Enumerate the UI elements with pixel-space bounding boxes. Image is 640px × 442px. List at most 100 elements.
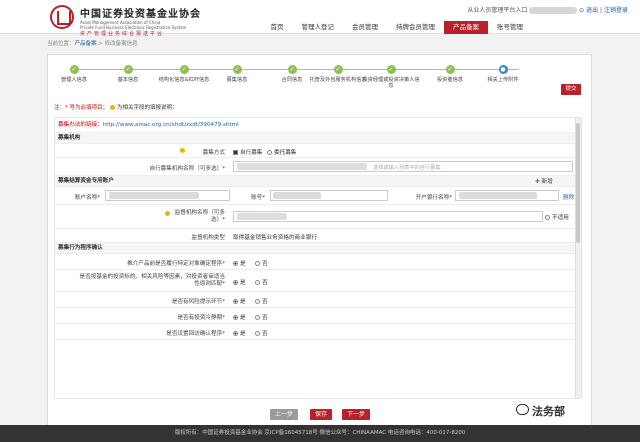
next-step-button[interactable]: 下一步 [342,409,370,420]
logo-text: 中国证券投资基金业协会 Asset Management Association… [80,5,230,37]
step-label: 结构化信息&杠杆信息 [158,77,210,83]
nav-licensed-member[interactable]: 持牌会员管理 [387,21,444,34]
logo-cn: 中国证券投资基金业协会 [80,9,201,20]
check-icon: ✓ [232,65,242,74]
radio[interactable] [233,280,238,285]
section-settlement-account: 募集结算资金专用账户 [55,176,577,187]
section-procedure-confirm: 募集行为程序确认 [55,243,577,254]
q5-label-text: 是否设置回访确认程序 [166,331,223,337]
q2-yes[interactable]: 是 [233,278,246,286]
bank-label-text: 开户银行名称 [415,195,450,201]
raise-mode-label: 募集方式 [202,150,225,156]
redacted-value [109,192,199,199]
not-apply-text: 不适用 [552,215,569,221]
redacted-value [237,163,367,170]
step-label: 投资经理或投资决策人信息 [362,77,420,89]
nav-account[interactable]: 账号管理 [488,21,532,34]
step-3[interactable]: ✓ 结构化信息&杠杆信息 [154,65,214,83]
nav-product-filing[interactable]: 产品备案 [444,21,488,34]
header: 中国证券投资基金业协会 Asset Management Association… [0,0,640,37]
q4-no[interactable]: 否 [255,313,268,321]
submit-button[interactable]: 提交 [561,84,581,95]
add-account-button[interactable]: ✚ 新增 [535,177,553,185]
user-prefix: 从业人员管理平台入口 [467,7,528,14]
breadcrumb-product[interactable]: 产品备案 [75,41,97,47]
step-7[interactable]: ✓ 投资经理或投资决策人信息 [361,65,421,89]
acct-name-label-text: 账户名称 [74,195,98,201]
current-step-icon: ● [498,65,508,74]
user-bar: 从业人员管理平台入口 ⊙ 退出 | 注销登录 [467,7,628,14]
user-name-redacted [529,7,578,14]
add-text: 新增 [541,179,553,185]
radio[interactable] [255,315,260,320]
nav-member[interactable]: 会员管理 [343,21,387,34]
supervisor-type-value: 取得基金销售业务资格的商业银行 [233,235,317,241]
q3-label: 是否有风险提示环节* [171,299,225,305]
yes-text: 是 [240,280,246,286]
breadcrumb-current: 修改备案信息 [104,41,138,47]
yes-text: 是 [240,315,246,321]
radio[interactable] [255,280,260,285]
q1-row: 推介产品前是否履行特定对象确定程序* 是 否 [55,254,577,270]
redacted-value [273,192,321,199]
q5-label: 是否设置回访确认程序* [166,331,225,337]
q4-label-text: 是否有投资冷静期 [177,315,223,321]
step-4[interactable]: ✓ 募集信息 [207,65,267,83]
q5-yes[interactable]: 是 [233,329,246,337]
supervisor-type-row: 监督机构类型 取得基金销售业务资格的商业银行 [55,229,577,243]
q3-yes[interactable]: 是 [233,297,246,305]
step-9[interactable]: ● 相关上传附件 [473,65,533,83]
radio[interactable] [233,261,238,266]
watermark: 法务部 [532,405,565,418]
supervisor-label-text: 监督机构名称（可多选） [174,210,225,223]
account-row: 账户名称* 账号* 开户银行名称* 删除 [55,187,577,205]
check-icon: ✓ [333,65,343,74]
radio[interactable] [255,261,260,266]
radio[interactable] [233,331,238,336]
form-area: 募集办法的链接：http://www.amac.org.cn/xhdt/zxdt… [54,117,582,399]
radio[interactable] [255,299,260,304]
self-name-label-text: 自行募集机构名称（可多选） [149,166,223,172]
nav-manager-register[interactable]: 管理人登记 [293,21,344,34]
step-6[interactable]: ✓ 托管及外包服务机构信息 [308,65,368,83]
q2-no[interactable]: 否 [255,278,268,286]
breadcrumb-prefix: 当前位置： [47,41,75,47]
q4-yes[interactable]: 是 [233,313,246,321]
no-text: 否 [262,331,268,337]
bank-label: 开户银行名称* [415,195,452,201]
step-label: 托管及外包服务机构信息 [309,77,367,83]
step-label: 相关上传附件 [487,77,519,83]
q1-yes[interactable]: 是 [233,259,246,267]
radio[interactable] [545,215,550,220]
yes-text: 是 [240,331,246,337]
form-scrollbar[interactable] [575,118,581,398]
logoff-link[interactable]: 注销登录 [604,7,628,14]
prev-step-button[interactable]: 上一步 [270,409,298,420]
radio[interactable] [233,315,238,320]
step-1[interactable]: ✓ 管理人信息 [44,65,104,83]
raise-self-option[interactable]: 自行募集 [233,148,262,156]
raise-entrust-option[interactable]: 委托募集 [267,148,296,156]
nav-home[interactable]: 首页 [262,21,293,34]
radio[interactable] [233,299,238,304]
association-logo-icon [50,5,74,29]
step-2[interactable]: ✓ 基本信息 [98,65,158,83]
raise-entrust-text: 委托募集 [274,150,297,156]
scrollbar-thumb[interactable] [576,123,580,243]
q3-no[interactable]: 否 [255,297,268,305]
raise-rule-link[interactable]: http://www.amac.org.cn/xhdt/zxdt/390479.… [103,122,239,128]
q1-no[interactable]: 否 [255,259,268,267]
step-8[interactable]: ✓ 投资者信息 [420,65,480,83]
q5-no[interactable]: 否 [255,329,268,337]
footer: 版权所有：中国证券投资基金业协会 京ICP备16045718号 微信公众号：CH… [0,425,640,442]
checkbox[interactable] [233,150,238,155]
logout-link[interactable]: 退出 [586,7,598,14]
radio[interactable] [267,150,272,155]
no-text: 否 [262,261,268,267]
not-apply-option[interactable]: 不适用 [545,213,569,221]
delete-account-button[interactable]: 删除 [563,193,574,201]
step-label: 投资者信息 [437,77,463,83]
no-text: 否 [262,315,268,321]
save-button[interactable]: 保存 [310,409,332,420]
radio[interactable] [255,331,260,336]
